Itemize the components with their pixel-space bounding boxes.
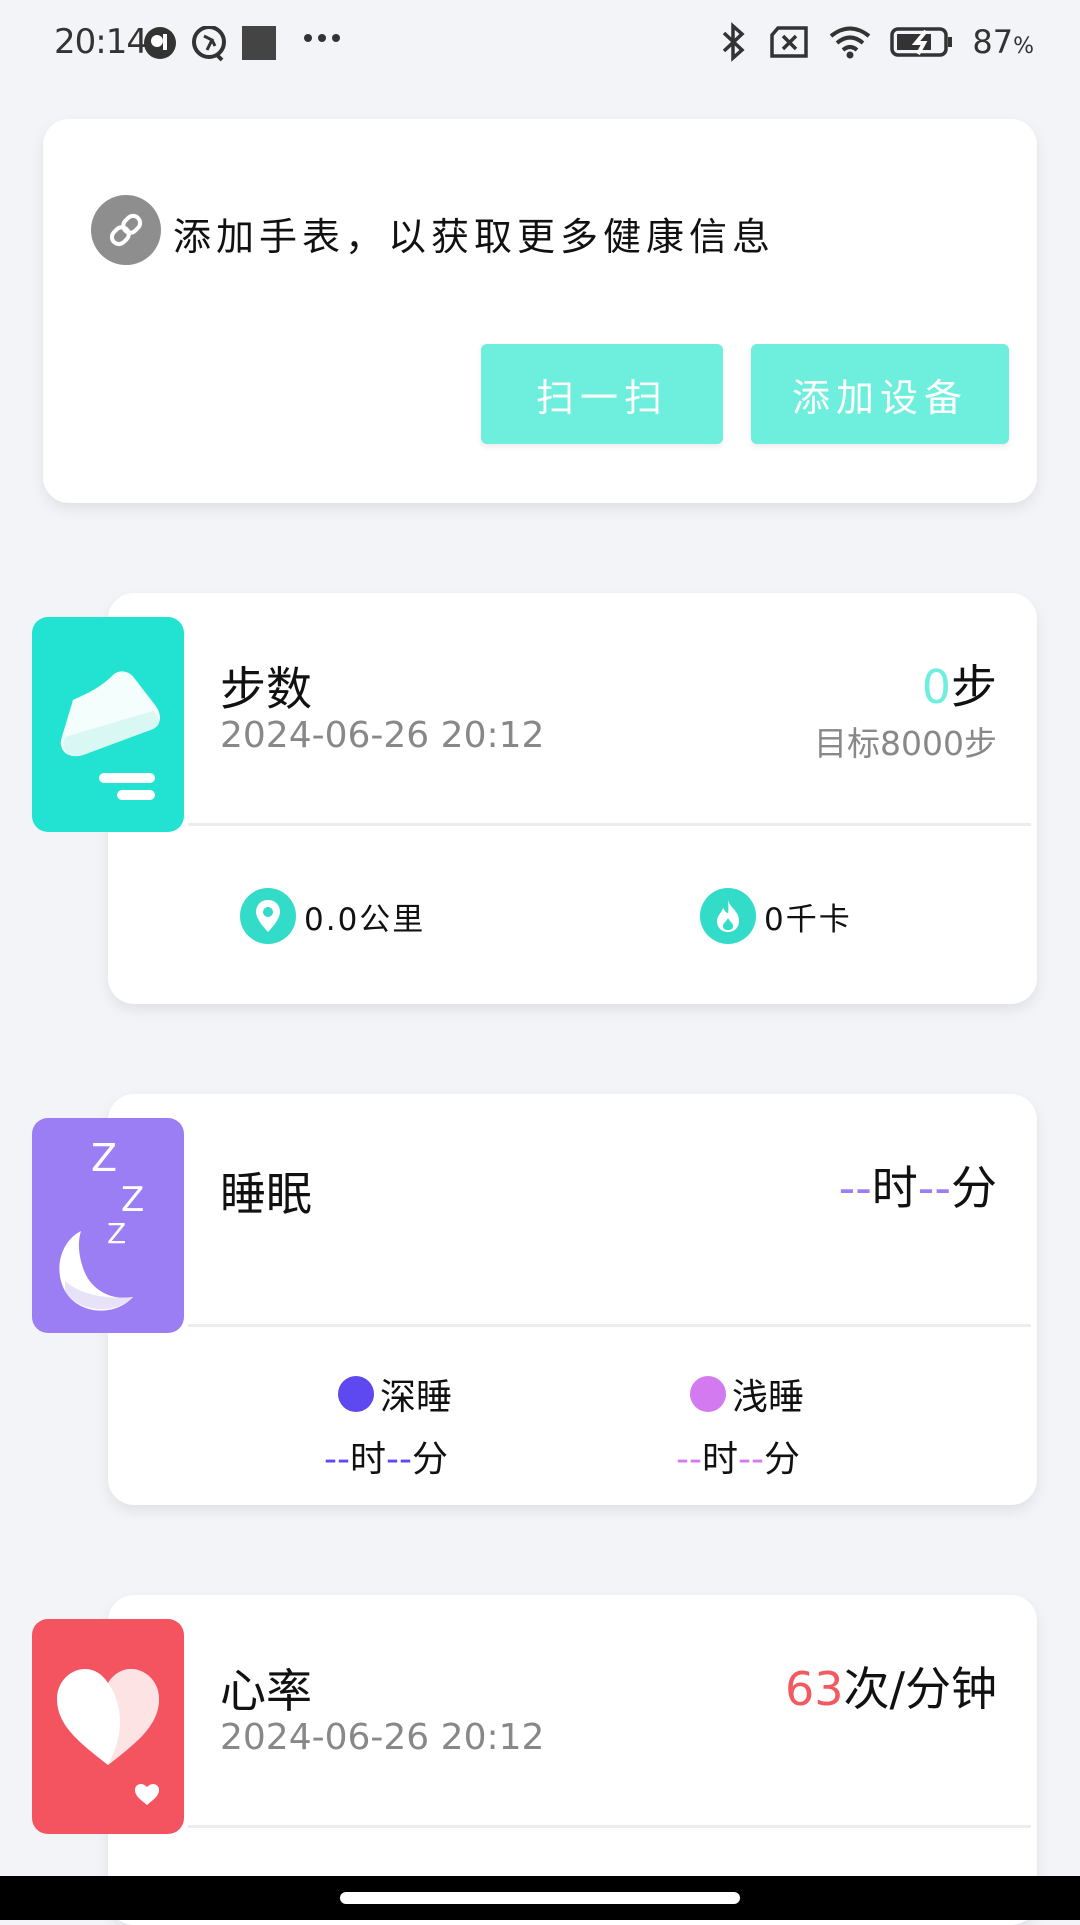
- status-time: 20:14: [54, 22, 148, 62]
- heart-icon: [57, 1668, 159, 1805]
- deep-sleep-value: --时--分: [324, 1439, 448, 1480]
- svg-text:Z: Z: [91, 1136, 117, 1180]
- calories-value: 0千卡: [764, 901, 852, 938]
- light-sleep-label: 浅睡: [732, 1377, 805, 1418]
- calories-stat: 0千卡: [700, 888, 852, 944]
- sleep-total: --时--分: [838, 1161, 997, 1215]
- home-gesture-handle[interactable]: [340, 1892, 740, 1904]
- sleep-divider: [188, 1324, 1031, 1327]
- distance-stat: 0.0公里: [240, 888, 425, 944]
- heart-rate-value: 63次/分钟: [784, 1662, 997, 1716]
- heart-rate-date: 2024-06-26 20:12: [220, 1717, 545, 1758]
- runner-notification-icon: [192, 25, 226, 66]
- moon-sleep-icon: Z Z Z: [59, 1136, 144, 1311]
- distance-value: 0.0公里: [304, 901, 426, 938]
- deep-sleep-label: 深睡: [380, 1377, 453, 1418]
- light-sleep-legend: 浅睡: [690, 1368, 804, 1420]
- more-notifications-icon: [302, 30, 342, 49]
- navigation-bar: [0, 1876, 1080, 1920]
- deep-sleep-legend: 深睡: [338, 1368, 452, 1420]
- steps-divider: [188, 823, 1031, 826]
- steps-date: 2024-06-26 20:12: [220, 715, 545, 756]
- flame-icon: [700, 888, 756, 944]
- steps-tile: [32, 617, 184, 832]
- steps-card[interactable]: 步数 2024-06-26 20:12 0步 目标8000步 0.0公里 0千卡: [108, 593, 1037, 1004]
- steps-goal: 目标8000步: [814, 724, 997, 763]
- steps-value: 0步: [921, 660, 997, 714]
- bluetooth-icon: [723, 22, 745, 62]
- add-watch-message: 添加手表，以获取更多健康信息: [173, 215, 776, 259]
- status-bar: 20:14 87%: [0, 0, 1080, 90]
- scan-button[interactable]: 扫一扫: [481, 344, 723, 444]
- link-icon: [91, 195, 161, 265]
- add-device-button[interactable]: 添加设备: [751, 344, 1009, 444]
- light-sleep-value: --时--分: [676, 1439, 800, 1480]
- location-pin-icon: [240, 888, 296, 944]
- light-sleep-dot: [690, 1376, 726, 1412]
- svg-text:Z: Z: [121, 1180, 144, 1220]
- app-notification-icon: [143, 26, 177, 64]
- square-notification-icon: [242, 26, 276, 64]
- no-sim-icon: [770, 26, 809, 58]
- heart-rate-tile: [32, 1619, 184, 1834]
- sleep-title: 睡眠: [220, 1167, 312, 1221]
- sleep-tile: Z Z Z: [32, 1118, 184, 1333]
- sleep-card[interactable]: 睡眠 --时--分 深睡 --时--分 浅睡 --时--分: [108, 1094, 1037, 1505]
- add-watch-card: 添加手表，以获取更多健康信息 扫一扫 添加设备: [43, 119, 1037, 503]
- battery-charging-icon: [890, 27, 953, 57]
- sneaker-icon: [60, 670, 160, 800]
- svg-text:Z: Z: [107, 1217, 126, 1250]
- steps-title: 步数: [220, 662, 312, 716]
- battery-percent: 87%: [972, 23, 1034, 61]
- heart-divider: [188, 1825, 1031, 1828]
- wifi-icon: [830, 26, 871, 59]
- heart-rate-title: 心率: [220, 1664, 312, 1718]
- deep-sleep-dot: [338, 1376, 374, 1412]
